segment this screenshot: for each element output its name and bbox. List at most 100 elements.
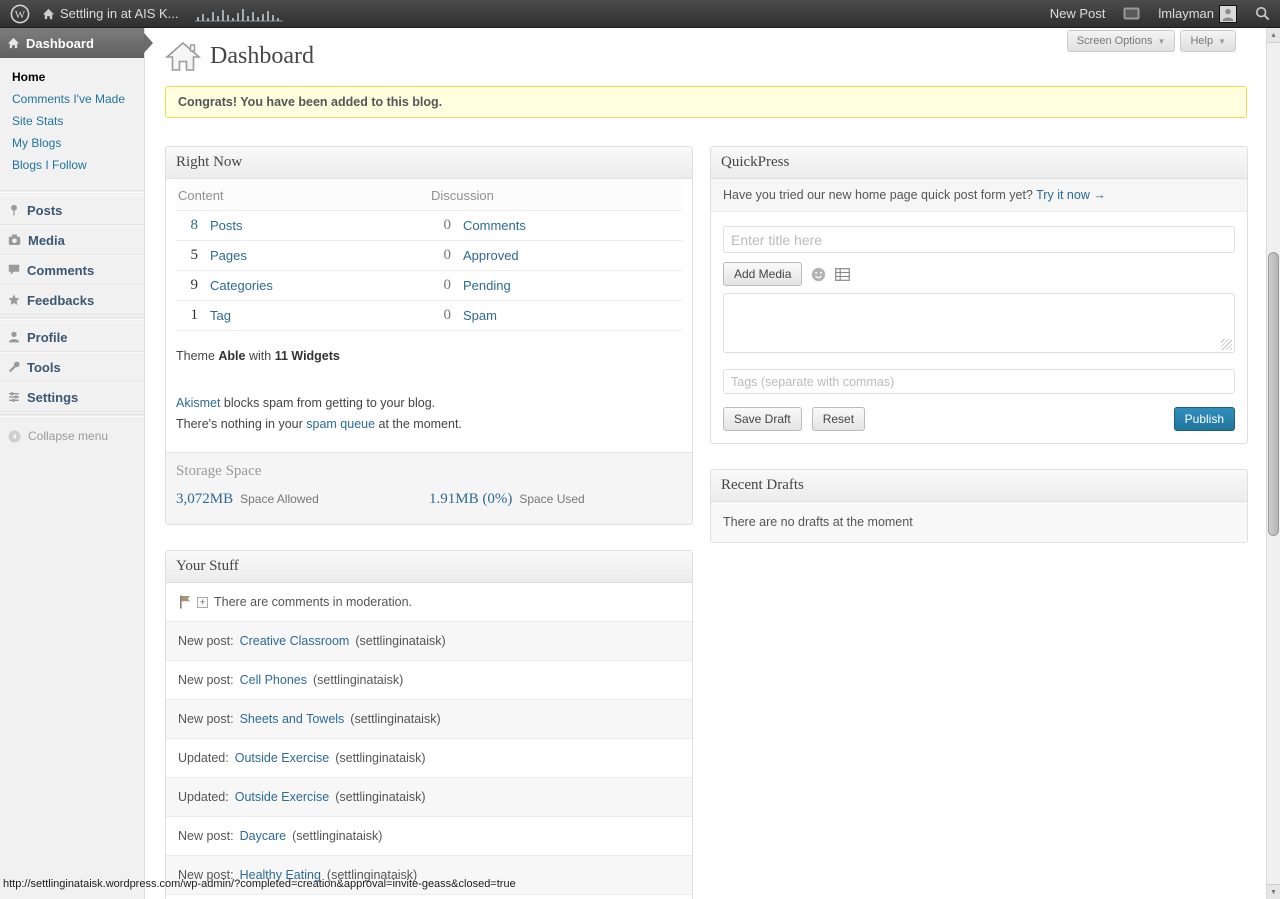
row-suffix: (settlinginataisk) — [326, 868, 418, 883]
post-link[interactable]: Cell Phones — [240, 673, 307, 687]
right-now-row-categories: 9 Categories — [176, 271, 429, 301]
dashboard-label: Dashboard — [26, 35, 94, 51]
right-now-row-pages: 5 Pages — [176, 241, 429, 271]
help-button[interactable]: Help ▼ — [1180, 30, 1236, 52]
row-suffix: (settlinginataisk) — [350, 712, 441, 727]
notifications-icon[interactable] — [1123, 7, 1140, 20]
sidebar-item-profile[interactable]: Profile — [0, 322, 144, 352]
try-it-now-link[interactable]: Try it now → — [1036, 188, 1106, 202]
dashboard-page-icon — [165, 41, 201, 71]
sidebar-item-site-stats[interactable]: Site Stats — [12, 110, 144, 132]
posts-count[interactable]: 8 — [176, 217, 199, 234]
theme-prefix: Theme — [176, 349, 215, 363]
scroll-up-arrow[interactable]: ▲ — [1267, 28, 1280, 43]
storage-space-section: Storage Space 3,072MB Space Allowed 1.91… — [166, 452, 692, 525]
pending-link[interactable]: Pending — [463, 278, 511, 293]
spam-count[interactable]: 0 — [429, 307, 452, 324]
post-content-textarea[interactable] — [723, 293, 1235, 353]
stats-sparkline[interactable] — [194, 6, 283, 22]
user-menu[interactable]: lmlayman — [1158, 4, 1237, 23]
collapse-icon — [8, 430, 21, 442]
comments-count[interactable]: 0 — [429, 217, 452, 234]
storage-allowed-value[interactable]: 3,072MB — [176, 491, 233, 508]
publish-button[interactable]: Publish — [1173, 407, 1235, 431]
post-link[interactable]: Outside Exercise — [235, 751, 329, 765]
sidebar-item-media[interactable]: Media — [0, 225, 144, 255]
home-icon — [42, 8, 55, 19]
emoticon-icon[interactable] — [811, 267, 826, 282]
sidebar-item-settings[interactable]: Settings — [0, 382, 144, 412]
menu-label: Feedbacks — [27, 292, 95, 308]
kitchen-sink-icon[interactable] — [835, 267, 851, 281]
sidebar-item-dashboard[interactable]: Dashboard — [0, 28, 153, 58]
sidebar-item-my-blogs[interactable]: My Blogs — [12, 132, 144, 154]
row-suffix: (settlinginataisk) — [355, 634, 446, 649]
right-now-title[interactable]: Right Now — [166, 147, 692, 179]
post-link[interactable]: Healthy Eating — [240, 868, 321, 882]
activity-row: New post: Balconies and BBQs (settlingin… — [166, 895, 692, 899]
your-stuff-title[interactable]: Your Stuff — [166, 551, 692, 584]
storage-used-value[interactable]: 1.91MB (0%) — [429, 491, 512, 508]
sidebar-item-blogs-i-follow[interactable]: Blogs I Follow — [12, 154, 144, 176]
sidebar-item-posts[interactable]: Posts — [0, 195, 144, 225]
resize-grip[interactable] — [1221, 339, 1232, 350]
quickpress-title[interactable]: QuickPress — [711, 147, 1247, 179]
theme-name: Able — [218, 349, 246, 363]
sidebar-item-feedbacks[interactable]: Feedbacks — [0, 285, 144, 315]
activity-row: New post: Cell Phones (settlinginataisk) — [166, 661, 692, 701]
profile-icon — [8, 331, 20, 343]
post-link[interactable]: Daycare — [240, 829, 287, 843]
post-link[interactable]: Creative Classroom — [240, 634, 350, 648]
scroll-down-arrow[interactable]: ▼ — [1267, 884, 1280, 899]
blog-name-menu[interactable]: Settling in at AIS K... — [42, 6, 179, 21]
storage-used: 1.91MB (0%) Space Used — [429, 491, 682, 508]
wordpress-logo[interactable]: W — [10, 4, 30, 24]
akismet-link[interactable]: Akismet — [176, 396, 220, 410]
collapse-menu-button[interactable]: Collapse menu — [0, 423, 144, 449]
blog-name: Settling in at AIS K... — [60, 6, 179, 21]
add-media-button[interactable]: Add Media — [723, 262, 803, 286]
chevron-down-icon: ▼ — [1157, 36, 1166, 46]
save-draft-button[interactable]: Save Draft — [723, 407, 802, 431]
search-icon[interactable] — [1255, 6, 1270, 21]
spam-link[interactable]: Spam — [463, 308, 497, 323]
spam-queue-link[interactable]: spam queue — [306, 417, 375, 431]
expand-icon[interactable]: + — [197, 596, 208, 608]
menu-label: Profile — [27, 329, 68, 345]
categories-count[interactable]: 9 — [176, 277, 199, 294]
reset-button[interactable]: Reset — [811, 407, 866, 431]
username: lmlayman — [1158, 6, 1214, 21]
moderation-text[interactable]: There are comments in moderation. — [214, 595, 412, 609]
activity-row: Updated: Outside Exercise (settlinginata… — [166, 778, 692, 818]
tags-link[interactable]: Tag — [210, 308, 231, 323]
row-suffix: (settlinginataisk) — [292, 829, 383, 844]
pending-count[interactable]: 0 — [429, 277, 452, 294]
tags-count[interactable]: 1 — [176, 307, 199, 324]
new-post-button[interactable]: New Post — [1050, 6, 1106, 21]
sidebar-item-comments-ive-made[interactable]: Comments I've Made — [12, 88, 144, 110]
post-link[interactable]: Sheets and Towels — [240, 712, 345, 726]
approved-link[interactable]: Approved — [463, 248, 519, 263]
screen-options-button[interactable]: Screen Options ▼ — [1066, 30, 1176, 52]
discussion-header: Discussion — [429, 179, 682, 211]
sidebar-item-tools[interactable]: Tools — [0, 352, 144, 382]
comments-link[interactable]: Comments — [463, 218, 526, 233]
scrollbar-thumb[interactable] — [1268, 252, 1279, 536]
widgets-count[interactable]: 11 Widgets — [275, 349, 340, 363]
pages-count[interactable]: 5 — [176, 247, 199, 264]
posts-link[interactable]: Posts — [210, 218, 243, 233]
sidebar-item-home[interactable]: Home — [12, 66, 144, 88]
vertical-scrollbar[interactable]: ▲ ▼ — [1266, 28, 1280, 899]
approved-count[interactable]: 0 — [429, 247, 452, 264]
sidebar-item-comments[interactable]: Comments — [0, 255, 144, 285]
dashboard-home-icon — [7, 37, 20, 49]
pages-link[interactable]: Pages — [210, 248, 247, 263]
post-title-input[interactable] — [723, 226, 1235, 253]
recent-drafts-title[interactable]: Recent Drafts — [711, 470, 1247, 502]
tags-input[interactable] — [723, 369, 1235, 394]
settings-icon — [9, 392, 19, 402]
post-link[interactable]: Outside Exercise — [235, 790, 329, 804]
screen-options-label: Screen Options — [1076, 35, 1153, 47]
row-prefix: New post: — [178, 634, 234, 649]
categories-link[interactable]: Categories — [210, 278, 273, 293]
